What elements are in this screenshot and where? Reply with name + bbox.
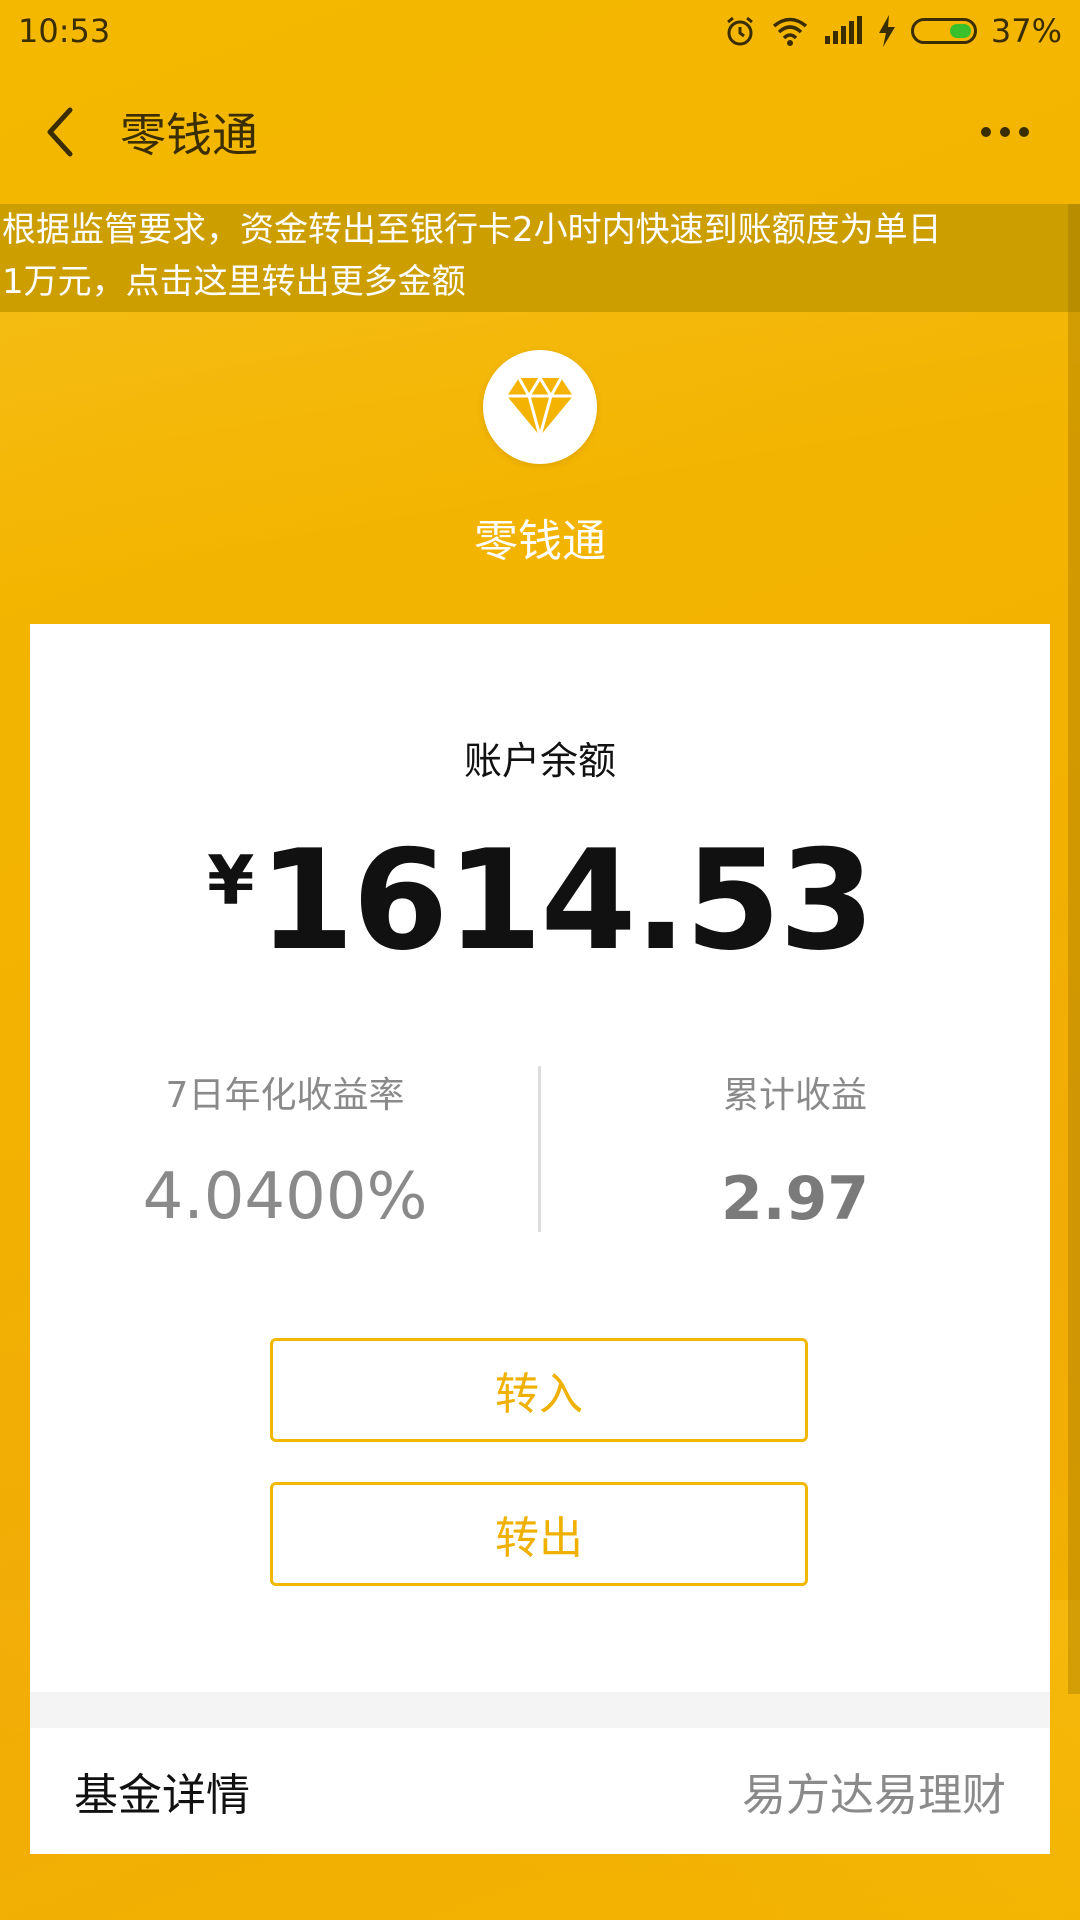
balance-label: 账户余额 <box>463 739 616 783</box>
status-icons: 37% <box>723 12 1062 50</box>
section-separator <box>30 1692 1050 1728</box>
fund-details-label: 基金详情 <box>74 1770 250 1821</box>
more-dots-icon <box>981 127 991 137</box>
notice-banner[interactable]: 根据监管要求，资金转出至银行卡2小时内快速到账额度为单日 1万元，点击这里转出更… <box>0 204 1080 312</box>
fund-name: 易方达易理财 <box>742 1770 1006 1821</box>
balance-amount: ¥1614.53 <box>0 820 1080 981</box>
alarm-icon <box>723 14 757 48</box>
transfer-in-button[interactable]: 转入 <box>270 1338 808 1442</box>
signal-icon <box>823 16 863 46</box>
earnings-label: 累计收益 <box>722 1075 867 1116</box>
product-logo <box>483 350 597 464</box>
earnings-stat: 累计收益 2.97 <box>605 1066 985 1234</box>
back-button[interactable] <box>0 62 120 202</box>
chevron-left-icon <box>47 107 73 157</box>
fund-details-row[interactable]: 基金详情 易方达易理财 <box>30 1728 1050 1854</box>
product-name: 零钱通 <box>474 516 606 567</box>
notice-line: 1万元，点击这里转出更多金额 <box>2 262 466 302</box>
currency-symbol: ¥ <box>207 842 255 921</box>
yield-label: 7日年化收益率 <box>165 1075 405 1116</box>
wifi-icon <box>771 16 809 46</box>
yield-value: 4.0400% <box>142 1160 428 1234</box>
navigation-bar: 零钱通 <box>0 62 1080 202</box>
balance-value: 1614.53 <box>258 820 875 981</box>
charging-icon <box>877 15 897 47</box>
transfer-out-button[interactable]: 转出 <box>270 1482 808 1586</box>
diamond-icon <box>507 376 573 438</box>
status-time: 10:53 <box>18 12 111 50</box>
stats-divider <box>538 1066 541 1232</box>
earnings-value: 2.97 <box>720 1164 870 1234</box>
notice-line: 根据监管要求，资金转出至银行卡2小时内快速到账额度为单日 <box>2 210 942 250</box>
zero-wallet-screen: 10:53 37% 零钱通 根据监管要求，资金转出至银行卡2小时内快速到账额度为… <box>0 0 1080 1920</box>
yield-stat: 7日年化收益率 4.0400% <box>95 1066 475 1234</box>
battery-percent: 37% <box>990 12 1062 50</box>
battery-icon <box>910 18 977 44</box>
more-button[interactable] <box>970 102 1040 162</box>
page-title: 零钱通 <box>120 108 258 162</box>
status-bar: 10:53 37% <box>0 0 1080 62</box>
